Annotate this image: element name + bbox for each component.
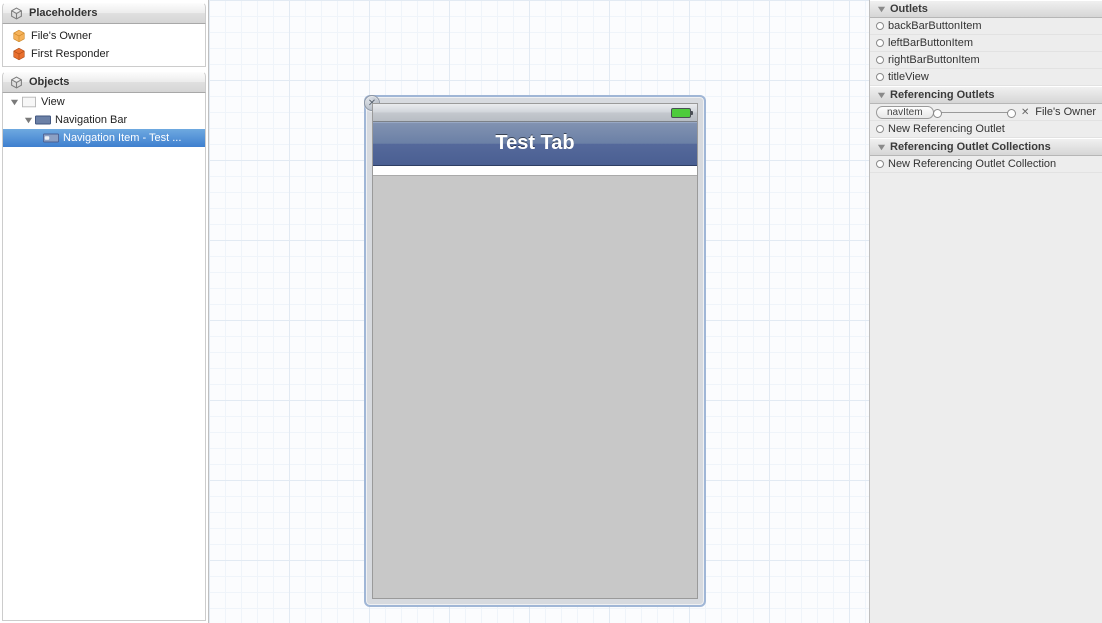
view-content-area[interactable] (373, 176, 697, 598)
placeholders-section-header[interactable]: Placeholders (2, 2, 206, 24)
interface-builder-canvas[interactable]: ✕ Test Tab (209, 0, 870, 623)
cube-icon (9, 75, 23, 89)
connection-port-icon[interactable] (876, 73, 884, 81)
chevron-down-icon (876, 4, 886, 14)
navigation-bar-preview[interactable]: Test Tab (373, 122, 697, 166)
connection-source-pill[interactable]: navItem (876, 106, 934, 119)
inspector-empty-area (870, 173, 1102, 623)
tree-node-navigation-bar[interactable]: Navigation Bar (3, 111, 205, 129)
battery-icon (671, 108, 691, 118)
connection-port-icon[interactable] (876, 56, 884, 64)
referencing-outlet-collections-title: Referencing Outlet Collections (890, 141, 1051, 153)
new-referencing-outlet-collection[interactable]: New Referencing Outlet Collection (870, 156, 1102, 173)
view-icon (21, 94, 37, 110)
tree-node-navigation-item[interactable]: Navigation Item - Test ... (3, 129, 205, 147)
referencing-outlet-collections-header[interactable]: Referencing Outlet Collections (870, 138, 1102, 156)
simulated-screen: Test Tab (372, 103, 698, 599)
objects-section-header[interactable]: Objects (2, 71, 206, 93)
connection-line-icon (937, 112, 1013, 113)
status-bar (373, 104, 697, 122)
navigation-item-icon (43, 130, 59, 146)
connection-destination: File's Owner (1035, 106, 1096, 118)
outlet-label: rightBarButtonItem (888, 54, 980, 66)
cube-icon (9, 6, 23, 20)
referencing-outlets-header[interactable]: Referencing Outlets (870, 86, 1102, 104)
new-referencing-outlet[interactable]: New Referencing Outlet (870, 121, 1102, 138)
disconnect-icon[interactable]: ✕ (1019, 106, 1031, 118)
connections-inspector: Outlets backBarButtonItem leftBarButtonI… (870, 0, 1102, 623)
first-responder-icon (11, 46, 27, 62)
outlet-rightbarbuttonitem[interactable]: rightBarButtonItem (870, 52, 1102, 69)
connection-port-icon[interactable] (876, 39, 884, 47)
objects-tree: View Navigation Bar Navigation Item - Te… (2, 93, 206, 621)
connection-port-icon[interactable] (876, 125, 884, 133)
outlet-backbarbuttonitem[interactable]: backBarButtonItem (870, 18, 1102, 35)
tree-node-label: Navigation Bar (55, 114, 127, 126)
outlet-leftbarbuttonitem[interactable]: leftBarButtonItem (870, 35, 1102, 52)
outlet-titleview[interactable]: titleView (870, 69, 1102, 86)
navigation-bar-title: Test Tab (495, 132, 574, 155)
referencing-outlets-title: Referencing Outlets (890, 89, 995, 101)
referencing-outlet-connection[interactable]: navItem ✕ File's Owner (870, 104, 1102, 121)
connection-port-icon[interactable] (876, 22, 884, 30)
chevron-down-icon (876, 90, 886, 100)
outlet-label: backBarButtonItem (888, 20, 982, 32)
navigation-bar-icon (35, 112, 51, 128)
placeholders-title: Placeholders (29, 7, 97, 19)
scene-frame[interactable]: ✕ Test Tab (364, 95, 706, 607)
placeholder-label: First Responder (31, 48, 109, 60)
placeholder-files-owner[interactable]: File's Owner (3, 27, 205, 45)
tree-node-label: Navigation Item - Test ... (63, 132, 181, 144)
chevron-down-icon[interactable] (9, 97, 19, 107)
outlet-label: titleView (888, 71, 929, 83)
outlets-header[interactable]: Outlets (870, 0, 1102, 18)
tree-node-label: View (41, 96, 65, 108)
tree-node-view[interactable]: View (3, 93, 205, 111)
placeholders-list: File's Owner First Responder (2, 24, 206, 67)
new-referencing-outlet-label: New Referencing Outlet (888, 123, 1005, 135)
connection-port-icon[interactable] (876, 160, 884, 168)
outlets-title: Outlets (890, 3, 928, 15)
document-outline-panel: Placeholders File's Owner First Responde… (0, 0, 209, 623)
placeholder-label: File's Owner (31, 30, 92, 42)
new-referencing-outlet-collection-label: New Referencing Outlet Collection (888, 158, 1056, 170)
nav-bar-shadow (373, 166, 697, 176)
objects-title: Objects (29, 76, 69, 88)
placeholder-first-responder[interactable]: First Responder (3, 45, 205, 63)
chevron-down-icon (876, 142, 886, 152)
outlet-label: leftBarButtonItem (888, 37, 973, 49)
files-owner-icon (11, 28, 27, 44)
chevron-down-icon[interactable] (23, 115, 33, 125)
